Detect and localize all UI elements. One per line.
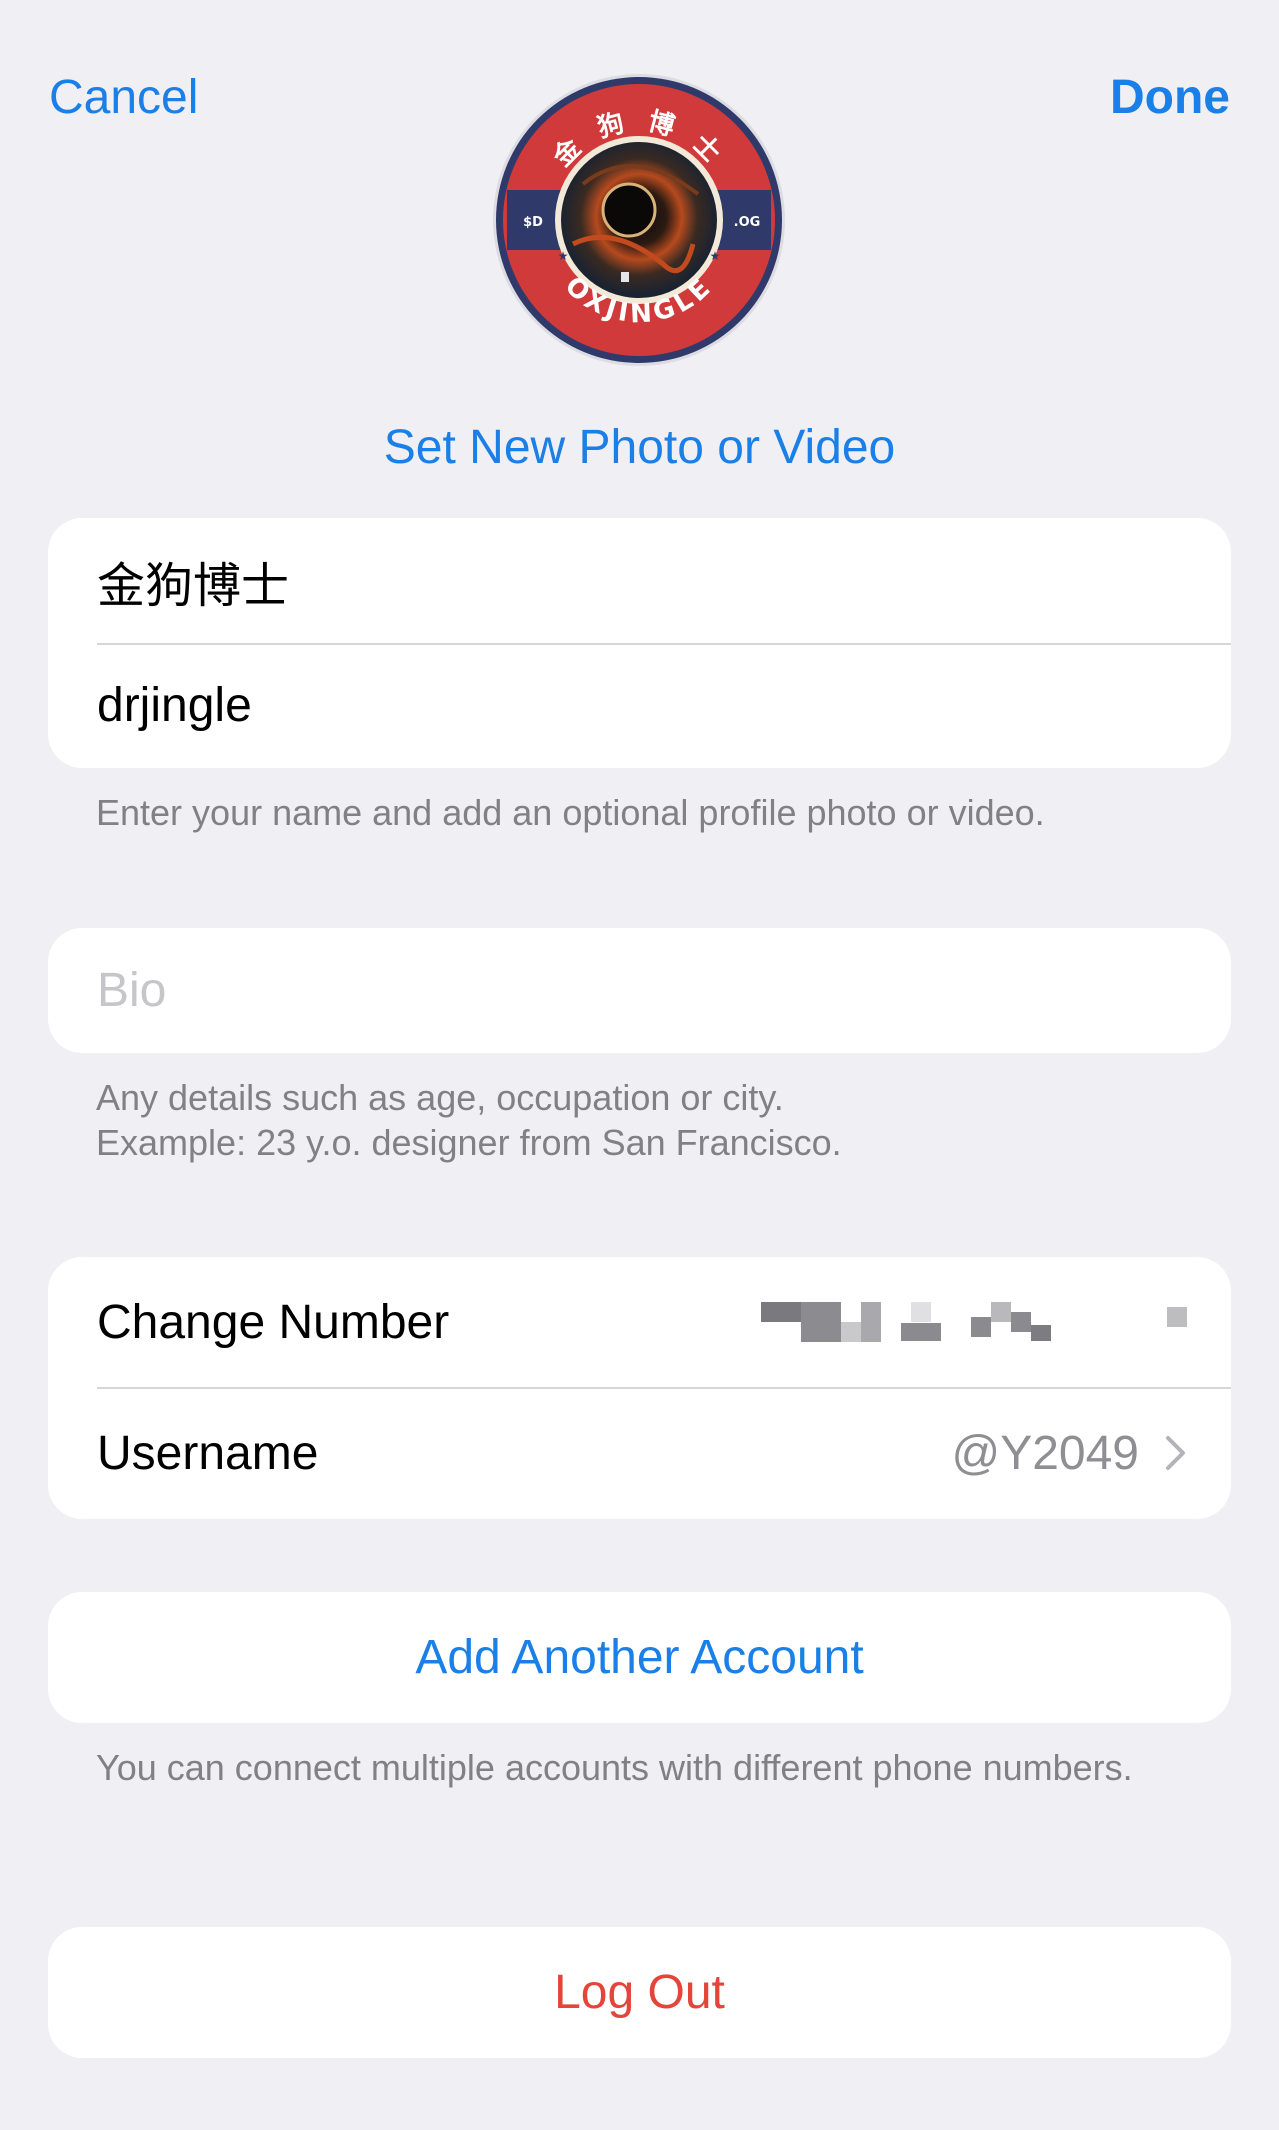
first-name-input[interactable] — [97, 553, 1187, 608]
last-name-input[interactable] — [97, 678, 1187, 733]
chevron-right-icon — [1166, 1436, 1185, 1470]
username-label: Username — [97, 1426, 319, 1480]
logo-left-text: $D — [523, 215, 543, 230]
bio-row[interactable] — [48, 928, 1231, 1053]
svg-text:★: ★ — [710, 249, 721, 263]
bio-note: Any details such as age, occupation or c… — [96, 1077, 842, 1163]
logout-card: Log Out — [48, 1927, 1231, 2058]
change-number-row[interactable]: Change Number — [48, 1257, 1231, 1387]
cancel-button[interactable]: Cancel — [49, 70, 198, 125]
username-value: @Y2049 — [951, 1426, 1139, 1480]
add-account-note: You can connect multiple accounts with d… — [96, 1747, 1133, 1788]
logo-right-text: .OG — [734, 215, 761, 230]
account-card: Change Number Username @Y2049 — [48, 1257, 1231, 1519]
log-out-button[interactable]: Log Out — [48, 1927, 1231, 2058]
first-name-row[interactable] — [48, 518, 1231, 643]
last-name-row[interactable] — [48, 643, 1231, 768]
avatar[interactable]: 金 狗 博 士 OXJINGLE $D .OG ★ ★ — [493, 74, 785, 366]
phone-number-redacted — [761, 1292, 1187, 1352]
svg-text:★: ★ — [558, 249, 569, 263]
name-card — [48, 518, 1231, 768]
done-button[interactable]: Done — [1110, 70, 1230, 125]
change-number-label: Change Number — [97, 1295, 450, 1349]
bio-card — [48, 928, 1231, 1053]
avatar-logo-icon: 金 狗 博 士 OXJINGLE $D .OG ★ ★ — [493, 74, 785, 366]
add-account-card: Add Another Account — [48, 1592, 1231, 1723]
username-row[interactable]: Username @Y2049 — [48, 1387, 1231, 1519]
name-note: Enter your name and add an optional prof… — [96, 792, 1045, 833]
set-new-photo-button[interactable]: Set New Photo or Video — [0, 420, 1279, 475]
add-another-account-button[interactable]: Add Another Account — [48, 1592, 1231, 1723]
bio-input[interactable] — [97, 963, 1187, 1018]
